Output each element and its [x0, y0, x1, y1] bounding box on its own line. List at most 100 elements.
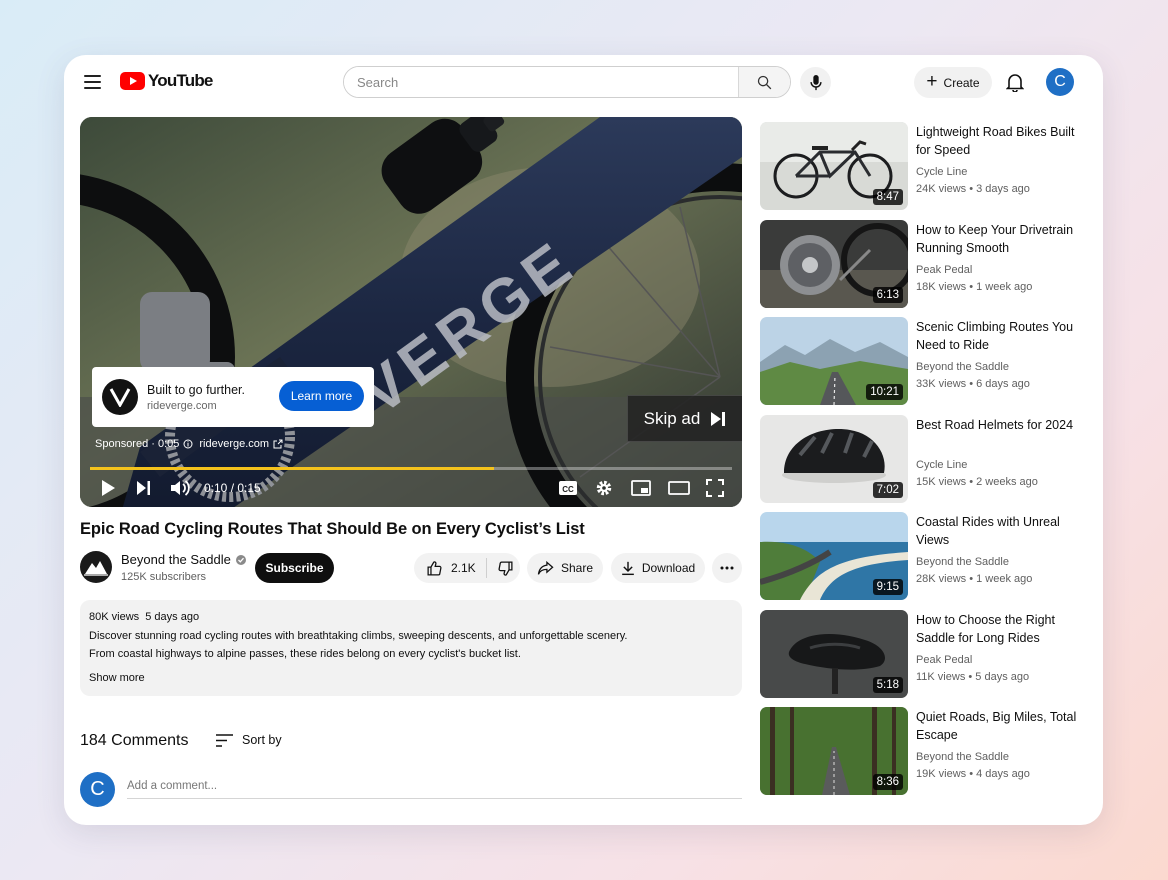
recommended-channel[interactable]: Beyond the Saddle	[916, 361, 1009, 373]
sponsored-link[interactable]: rideverge.com	[199, 438, 269, 450]
video-duration: 7:02	[872, 481, 903, 498]
description-line: Discover stunning road cycling routes wi…	[89, 630, 628, 642]
download-label: Download	[641, 561, 696, 575]
play-icon[interactable]	[100, 479, 116, 497]
search-button[interactable]	[738, 67, 790, 97]
recommended-video-title[interactable]: Best Road Helmets for 2024	[916, 416, 1086, 434]
video-duration: 10:21	[866, 384, 903, 400]
plus-icon: +	[926, 71, 938, 92]
subscribe-button[interactable]: Subscribe	[255, 553, 334, 583]
recommended-video[interactable]: 7:02 Best Road Helmets for 2024 Cycle Line…	[760, 414, 1090, 503]
view-date-meta: 80K views 5 days ago	[89, 611, 200, 623]
video-duration: 8:47	[872, 189, 903, 205]
recommended-video-title[interactable]: Coastal Rides with Unreal Views	[916, 513, 1086, 549]
recommended-channel[interactable]: Cycle Line	[916, 166, 967, 178]
video-title: Epic Road Cycling Routes That Should Be …	[80, 520, 585, 538]
search-input[interactable]	[344, 67, 738, 97]
svg-text:CC: CC	[562, 485, 574, 494]
recommended-channel[interactable]: Beyond the Saddle	[916, 556, 1009, 568]
recommended-video-title[interactable]: Quiet Roads, Big Miles, Total Escape	[916, 708, 1086, 744]
like-count: 2.1K	[451, 561, 476, 575]
create-label: Create	[943, 75, 980, 90]
video-thumbnail[interactable]: 6:13	[760, 219, 908, 308]
ad-overlay-card[interactable]: Built to go further. rideverge.com Learn…	[92, 367, 374, 427]
recommended-video[interactable]: 5:18 How to Choose the Right Saddle for L…	[760, 609, 1090, 698]
video-duration: 9:15	[872, 579, 903, 595]
sponsored-label: Sponsored · 0:05 rideverge.com	[95, 438, 283, 450]
video-player[interactable]: VERGE Built to go further. rideverge.com…	[80, 117, 742, 507]
more-actions-button[interactable]	[712, 553, 742, 583]
video-thumbnail[interactable]: 8:36	[760, 707, 908, 795]
youtube-logo[interactable]: YouTube	[120, 71, 213, 91]
recommended-video[interactable]: 9:15 Coastal Rides with Unreal Views Beyon…	[760, 512, 1090, 600]
verified-check-icon	[235, 554, 246, 565]
video-thumbnail[interactable]: 10:21	[760, 317, 908, 405]
recommended-video-title[interactable]: Lightweight Road Bikes Built for Speed	[916, 123, 1086, 159]
account-avatar[interactable]: C	[1046, 68, 1074, 96]
recommended-video[interactable]: 8:47 Lightweight Road Bikes Built for Spe…	[760, 122, 1090, 210]
comments-count: 184 Comments	[80, 732, 189, 749]
download-button[interactable]: Download	[611, 553, 705, 583]
skip-ad-button[interactable]: Skip ad	[627, 395, 742, 442]
recommended-video-title[interactable]: Scenic Climbing Routes You Need to Ride	[916, 318, 1086, 354]
channel-name[interactable]: Beyond the Saddle	[121, 552, 246, 567]
channel-name-text: Beyond the Saddle	[121, 552, 231, 567]
description-line: From coastal highways to alpine passes, …	[89, 648, 521, 661]
skip-ad-label: Skip ad	[643, 408, 701, 428]
menu-icon[interactable]	[84, 75, 101, 89]
notifications-bell-icon[interactable]	[1005, 72, 1025, 97]
miniplayer-icon[interactable]	[631, 479, 651, 497]
recommended-meta: 24K views • 3 days ago	[916, 183, 1030, 195]
video-duration: 8:36	[872, 774, 903, 790]
recommended-meta: 18K views • 1 week ago	[916, 280, 1033, 293]
video-thumbnail[interactable]: 7:02	[760, 414, 908, 503]
recommended-video-title[interactable]: How to Choose the Right Saddle for Long …	[916, 611, 1086, 647]
comment-input[interactable]	[127, 773, 742, 799]
recommended-video[interactable]: 10:21 Scenic Climbing Routes You Need to …	[760, 317, 1090, 405]
info-icon[interactable]	[183, 439, 193, 449]
fullscreen-icon[interactable]	[706, 479, 724, 497]
video-thumbnail[interactable]: 8:47	[760, 122, 908, 210]
captions-icon[interactable]: CC	[558, 479, 578, 497]
settings-gear-icon[interactable]	[595, 479, 613, 497]
recommended-video[interactable]: 6:13 How to Keep Your Drivetrain Running …	[760, 219, 1090, 308]
recommended-channel[interactable]: Peak Pedal	[916, 264, 972, 276]
more-horizontal-icon	[720, 566, 734, 570]
show-more-link[interactable]: Show more	[89, 672, 733, 684]
voice-search-button[interactable]	[800, 67, 831, 98]
recommended-meta: 19K views • 4 days ago	[916, 768, 1030, 780]
sort-by-label: Sort by	[242, 733, 282, 747]
external-link-icon[interactable]	[273, 439, 283, 449]
search-icon	[757, 75, 772, 89]
recommended-video-title[interactable]: How to Keep Your Drivetrain Running Smoo…	[916, 221, 1086, 257]
video-thumbnail[interactable]: 9:15	[760, 512, 908, 600]
next-icon[interactable]	[136, 479, 152, 497]
like-button[interactable]: 2.1K	[414, 553, 476, 583]
advertiser-logo	[102, 379, 138, 415]
description-box[interactable]: 80K views 5 days ago Discover stunning r…	[80, 600, 742, 696]
channel-avatar[interactable]	[80, 551, 112, 583]
commenter-avatar: C	[80, 772, 115, 807]
sponsored-text: Sponsored · 0:05	[95, 438, 180, 450]
learn-more-button[interactable]: Learn more	[279, 381, 364, 411]
video-thumbnail[interactable]: 5:18	[760, 609, 908, 698]
dislike-button[interactable]	[487, 553, 514, 583]
recommended-video[interactable]: 8:36 Quiet Roads, Big Miles, Total Escape…	[760, 707, 1090, 795]
recommended-channel[interactable]: Cycle Line	[916, 459, 967, 471]
ad-progress-bar[interactable]	[90, 467, 732, 470]
theater-mode-icon[interactable]	[668, 479, 690, 497]
share-button[interactable]: Share	[527, 553, 603, 583]
thumbs-down-icon	[498, 560, 513, 576]
skip-next-icon	[711, 411, 726, 426]
like-dislike-group: 2.1K	[414, 553, 520, 583]
microphone-icon	[809, 74, 822, 90]
volume-icon[interactable]	[170, 479, 190, 497]
create-button[interactable]: + Create	[914, 67, 992, 98]
recommended-meta: 33K views • 6 days ago	[916, 378, 1030, 390]
ad-domain: rideverge.com	[147, 399, 217, 412]
sort-by-button[interactable]: Sort by	[216, 733, 282, 747]
subscriber-count: 125K subscribers	[121, 571, 206, 583]
recommended-channel[interactable]: Beyond the Saddle	[916, 751, 1009, 763]
video-duration: 6:13	[872, 286, 903, 303]
recommended-channel[interactable]: Peak Pedal	[916, 654, 972, 666]
